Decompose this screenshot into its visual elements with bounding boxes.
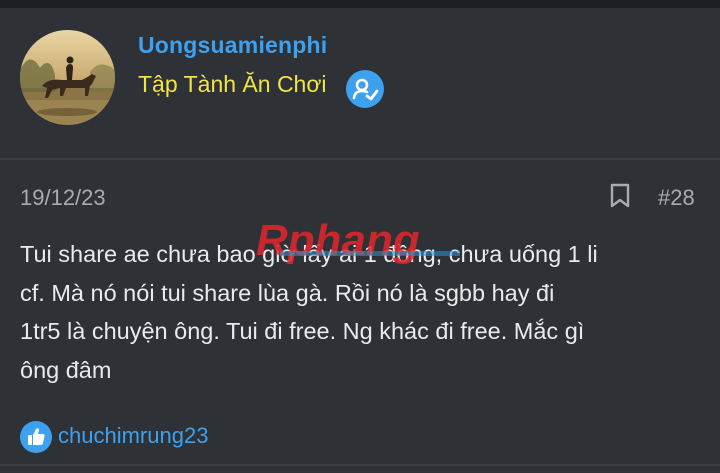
bookmark-icon[interactable]: [609, 183, 631, 209]
user-title: Tập Tành Ăn Chơi: [138, 71, 327, 97]
post-author-block: Uongsuamienphi Tập Tành Ăn Chơi: [0, 8, 720, 158]
top-bar: [0, 0, 720, 8]
post-body: Tui share ae chưa bao giờ lấy ai 1 đồng,…: [20, 235, 710, 389]
verified-badge-icon: [346, 70, 384, 108]
post-card: Uongsuamienphi Tập Tành Ăn Chơi 19/12/23…: [0, 8, 720, 473]
divider: [0, 158, 720, 160]
post-number-link[interactable]: #28: [658, 185, 695, 211]
avatar[interactable]: [20, 30, 115, 125]
post-body-line: cf. Mà nó nói tui share lùa gà. Rồi nó l…: [20, 279, 555, 306]
username-link[interactable]: Uongsuamienphi: [138, 32, 327, 59]
divider: [0, 464, 720, 466]
post-date[interactable]: 19/12/23: [20, 185, 106, 211]
reaction-users-link[interactable]: chuchimrung23: [58, 423, 208, 449]
post-body-line: Tui share ae chưa bao giờ lấy ai 1 đồng,…: [20, 241, 598, 267]
post-body-line: 1tr5 là chuyện ông. Tui đi free. Ng khác…: [20, 318, 585, 344]
like-icon[interactable]: [20, 421, 52, 453]
avatar-photo: [20, 30, 115, 125]
post-body-line: ông đâm: [20, 356, 112, 383]
